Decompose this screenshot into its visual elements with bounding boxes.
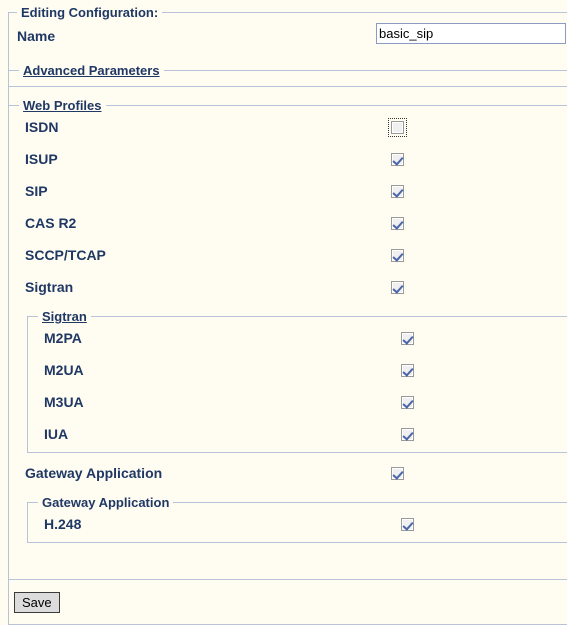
profile-row-cas-r2: CAS R2	[9, 209, 567, 241]
profile-row-sip: SIP	[9, 177, 567, 209]
profile-label-cas-r2: CAS R2	[25, 215, 77, 231]
sigtran-label-m3ua: M3UA	[44, 394, 84, 410]
profile-row-isdn: ISDN	[9, 113, 567, 145]
web-profiles-legend-link[interactable]: Web Profiles	[19, 98, 106, 113]
checkbox-glyph	[401, 428, 414, 442]
profile-checkbox-gateway-application[interactable]	[391, 465, 404, 481]
profile-row-isup: ISUP	[9, 145, 567, 177]
sigtran-label-iua: IUA	[44, 426, 69, 442]
profile-row-sigtran: Sigtran	[9, 273, 567, 305]
advanced-parameters-fieldset: Advanced Parameters	[8, 63, 567, 87]
gateway-label-h248: H.248	[44, 516, 82, 532]
sigtran-subgroup-fieldset: Sigtran M2PA M2UA M3UA IUA	[27, 309, 567, 453]
profile-row-sccp-tcap: SCCP/TCAP	[9, 241, 567, 273]
web-profiles-fieldset: Web Profiles ISDN ISUP SIP CAS R2 SCCP/T…	[8, 98, 567, 580]
gateway-row-h248: H.248	[28, 510, 567, 542]
sigtran-row-iua: IUA	[28, 420, 567, 452]
sigtran-row-m2ua: M2UA	[28, 356, 567, 388]
panel-legend: Editing Configuration:	[21, 5, 159, 20]
profile-label-sccp-tcap: SCCP/TCAP	[25, 247, 106, 263]
profile-checkbox-cas-r2[interactable]	[391, 215, 404, 231]
profile-checkbox-isup[interactable]	[391, 151, 404, 167]
profile-checkbox-sccp-tcap[interactable]	[391, 247, 404, 263]
profile-row-gateway-application: Gateway Application	[9, 459, 567, 491]
sigtran-checkbox-m2pa[interactable]	[401, 330, 414, 346]
checkbox-glyph	[391, 217, 404, 231]
sigtran-row-m2pa: M2PA	[28, 324, 567, 356]
sigtran-row-m3ua: M3UA	[28, 388, 567, 420]
sigtran-checkbox-m3ua[interactable]	[401, 394, 414, 410]
profile-checkbox-sip[interactable]	[391, 183, 404, 199]
name-label: Name	[17, 28, 56, 44]
checkbox-glyph	[401, 518, 414, 532]
sigtran-checkbox-iua[interactable]	[401, 426, 414, 442]
gateway-application-subgroup-legend: Gateway Application	[42, 495, 170, 510]
sigtran-label-m2pa: M2PA	[44, 330, 82, 346]
checkbox-glyph	[391, 185, 404, 199]
advanced-parameters-legend-link[interactable]: Advanced Parameters	[19, 63, 164, 78]
profile-checkbox-sigtran[interactable]	[391, 279, 404, 295]
checkbox-glyph	[401, 364, 414, 378]
profile-label-sigtran: Sigtran	[25, 279, 74, 295]
save-button[interactable]: Save	[14, 592, 60, 613]
checkbox-glyph	[391, 281, 404, 295]
name-input[interactable]	[376, 23, 566, 44]
checkbox-glyph	[391, 467, 404, 481]
profile-label-isdn: ISDN	[25, 119, 59, 135]
gateway-checkbox-h248[interactable]	[401, 516, 414, 532]
checkbox-glyph	[388, 118, 407, 138]
checkbox-glyph	[401, 332, 414, 346]
checkbox-glyph	[391, 153, 404, 167]
profile-label-gateway-application: Gateway Application	[25, 465, 163, 481]
sigtran-label-m2ua: M2UA	[44, 362, 84, 378]
name-row: Name	[9, 20, 567, 54]
sigtran-subgroup-legend-link[interactable]: Sigtran	[38, 309, 91, 324]
profile-checkbox-isdn[interactable]	[388, 118, 407, 138]
checkbox-glyph	[401, 396, 414, 410]
sigtran-checkbox-m2ua[interactable]	[401, 362, 414, 378]
profile-label-sip: SIP	[25, 183, 48, 199]
profile-label-isup: ISUP	[25, 151, 58, 167]
checkbox-glyph	[391, 249, 404, 263]
gateway-application-subgroup-fieldset: Gateway Application H.248	[27, 495, 567, 543]
